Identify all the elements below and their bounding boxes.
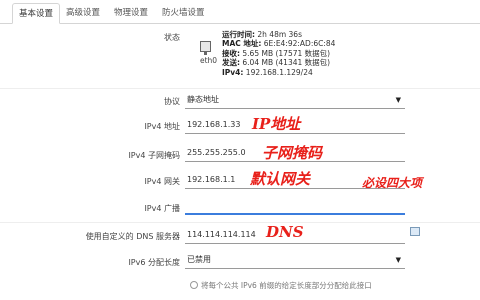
ipv6-prefix-label: IPv6 分配长度 (128, 258, 180, 267)
tab-advanced-settings[interactable]: 高级设置 (60, 3, 106, 24)
ipv6-prefix-value: 已禁用 (187, 255, 211, 264)
ipv6-prefix-select[interactable]: 已禁用 ▼ (185, 252, 405, 269)
gateway-label: IPv4 网关 (144, 177, 180, 186)
info-icon (190, 281, 198, 289)
uptime-line: 运行时间: 2h 48m 36s (222, 30, 302, 39)
tab-physical-settings[interactable]: 物理设置 (108, 3, 154, 24)
ipv4-line: IPv4: 192.168.1.129/24 (222, 67, 313, 77)
netmask-label: IPv4 子网掩码 (128, 151, 180, 160)
tab-firewall-settings[interactable]: 防火墙设置 (156, 3, 211, 24)
protocol-label: 协议 (164, 97, 180, 106)
annotation-dns: DNS (266, 223, 304, 241)
protocol-select[interactable]: 静态地址 ▼ (185, 92, 405, 109)
tab-basic-settings[interactable]: 基本设置 (12, 3, 61, 24)
status-label: 状态 (164, 33, 180, 42)
mac-line: MAC 地址: 6E:E4:92:AD:6C:84 (222, 39, 336, 49)
hint-text: 将每个公共 IPv6 前缀的给定长度部分分配给此接口 (201, 281, 372, 290)
protocol-value: 静态地址 (187, 95, 219, 104)
rx-line: 接收: 5.65 MB (17571 数据包) (222, 48, 331, 58)
annotation-ip-address: IP地址 (252, 115, 301, 133)
chevron-down-icon: ▼ (395, 96, 401, 104)
annotation-gateway: 默认网关 (250, 170, 311, 188)
annotation-netmask: 子网掩码 (262, 144, 323, 162)
annotation-four-required: 必设四大项 (362, 176, 423, 190)
tab-bar: 基本设置 高级设置 物理设置 防火墙设置 (0, 0, 480, 24)
ipv6-prefix-hint: 将每个公共 IPv6 前缀的给定长度部分分配给此接口 (190, 280, 372, 291)
divider (0, 88, 480, 89)
tx-line: 发送: 6.04 MB (41341 数据包) (222, 58, 331, 68)
ipv4-address-label: IPv4 地址 (144, 122, 180, 131)
broadcast-input[interactable] (185, 197, 405, 215)
interface-name: eth0 (200, 56, 218, 65)
broadcast-label: IPv4 广播 (144, 204, 180, 213)
chevron-down-icon: ▼ (395, 256, 401, 264)
status-details: 运行时间: 2h 48m 36s MAC 地址: 6E:E4:92:AD:6C:… (222, 30, 335, 77)
divider (0, 222, 480, 223)
add-dns-icon[interactable] (410, 227, 420, 236)
custom-dns-label: 使用自定义的 DNS 服务器 (85, 232, 180, 241)
ethernet-port-icon (200, 41, 211, 55)
netmask-value: 255.255.255.0 (187, 148, 246, 157)
